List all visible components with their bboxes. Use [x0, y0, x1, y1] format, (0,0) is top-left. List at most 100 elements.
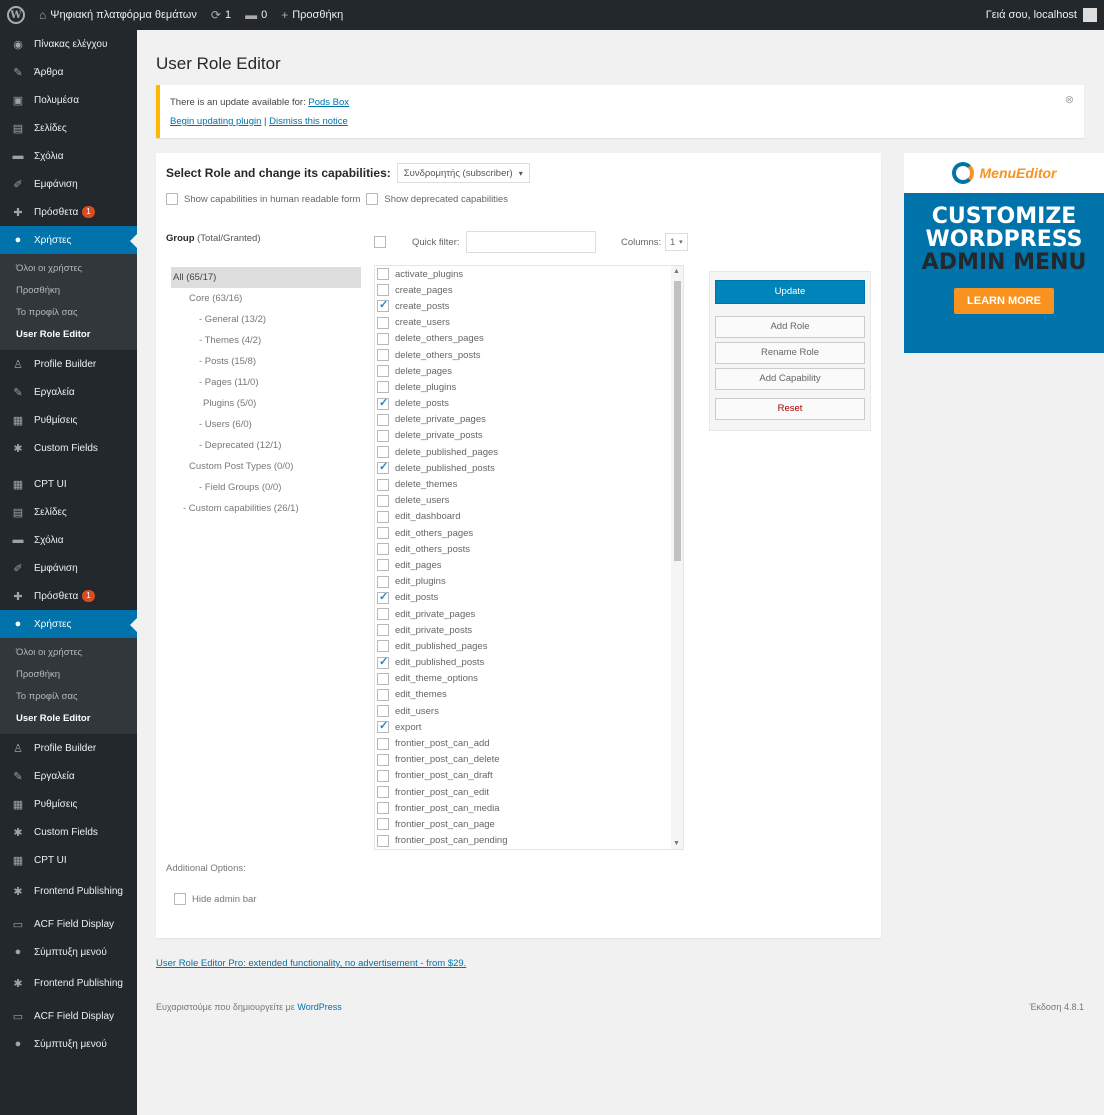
scrollbar-thumb[interactable] [674, 281, 681, 561]
capability-row[interactable]: edit_private_posts [375, 622, 683, 638]
group-tree-item[interactable]: - Users (6/0) [171, 414, 361, 435]
capability-checkbox[interactable] [377, 413, 389, 426]
notice-plugin-link[interactable]: Pods Box [308, 97, 349, 108]
capability-checkbox[interactable] [377, 460, 389, 475]
capability-row[interactable]: delete_others_posts [375, 347, 683, 363]
capability-checkbox[interactable] [377, 396, 389, 410]
group-tree-item[interactable]: - Themes (4/2) [171, 330, 361, 351]
capability-row[interactable]: delete_others_pages [375, 331, 683, 347]
learn-more-button[interactable]: LEARN MORE [954, 288, 1054, 314]
update-button[interactable]: Update [715, 280, 865, 304]
wp-logo-menu[interactable]: W [0, 0, 32, 30]
capability-row[interactable]: activate_plugins [375, 266, 683, 282]
sidebar-item-tools[interactable]: ✎ Εργαλεία [0, 762, 137, 790]
sidebar-item-collapse[interactable]: ● Σύμπτυξη μενού [0, 938, 137, 966]
quick-filter-input[interactable] [465, 231, 596, 253]
capability-row[interactable]: delete_plugins [375, 379, 683, 395]
capability-row[interactable]: frontier_post_can_delete [375, 752, 683, 768]
capability-checkbox[interactable] [377, 316, 389, 329]
sidebar-item-plugins[interactable]: ✚ Πρόσθετα 1 [0, 582, 137, 610]
capability-checkbox[interactable] [377, 543, 389, 556]
capability-row[interactable]: delete_themes [375, 476, 683, 492]
rename-role-button[interactable]: Rename Role [715, 342, 865, 364]
capability-row[interactable]: edit_others_pages [375, 525, 683, 541]
capability-checkbox[interactable] [377, 494, 389, 507]
pro-promo-link[interactable]: User Role Editor Pro: extended functiona… [156, 958, 466, 969]
capability-row[interactable]: frontier_post_can_draft [375, 768, 683, 784]
sidebar-item-users[interactable]: ● Χρήστες [0, 610, 137, 638]
add-capability-button[interactable]: Add Capability [715, 368, 865, 390]
capability-checkbox[interactable] [377, 510, 389, 523]
group-tree-item[interactable]: - Posts (15/8) [171, 351, 361, 372]
capability-checkbox[interactable] [377, 753, 389, 766]
begin-update-link[interactable]: Begin updating plugin [170, 116, 261, 127]
capabilities-list[interactable]: activate_plugins create_pages create_posts… [374, 265, 684, 850]
capability-row[interactable]: edit_posts [375, 590, 683, 606]
submenu-item[interactable]: Το προφίλ σας [0, 686, 137, 708]
capability-checkbox[interactable] [377, 349, 389, 362]
submenu-item[interactable]: User Role Editor [0, 708, 137, 730]
updates-menu[interactable]: ⟳ 1 [204, 0, 238, 30]
submenu-item[interactable]: Προσθήκη [0, 664, 137, 686]
sidebar-item-cpt-ui[interactable]: ▦ CPT UI [0, 846, 137, 874]
sidebar-item-settings[interactable]: ▦ Ρυθμίσεις [0, 406, 137, 434]
scroll-up-icon[interactable]: ▲ [673, 268, 680, 275]
capability-row[interactable]: delete_pages [375, 363, 683, 379]
hide-admin-bar-option[interactable]: Hide admin bar [174, 893, 256, 905]
group-tree-item[interactable]: - Field Groups (0/0) [171, 477, 361, 498]
capability-row[interactable]: create_pages [375, 282, 683, 298]
group-tree-item[interactable]: Custom Post Types (0/0) [171, 456, 361, 477]
sidebar-item-custom-fields[interactable]: ✱ Custom Fields [0, 434, 137, 462]
capability-row[interactable]: edit_plugins [375, 574, 683, 590]
human-readable-option[interactable]: Show capabilities in human readable form [166, 193, 360, 205]
sidebar-item-frontend-publishing[interactable]: ✱ Frontend Publishing [0, 966, 137, 1002]
capability-checkbox[interactable] [377, 298, 389, 313]
capability-checkbox[interactable] [377, 446, 389, 459]
wordpress-link[interactable]: WordPress [297, 1002, 341, 1012]
deprecated-checkbox[interactable] [366, 193, 379, 205]
capability-checkbox[interactable] [377, 559, 389, 572]
sidebar-item-custom-fields[interactable]: ✱ Custom Fields [0, 818, 137, 846]
capability-row[interactable]: frontier_post_can_add [375, 735, 683, 751]
sidebar-item-media[interactable]: ▣ Πολυμέσα [0, 86, 137, 114]
capability-row[interactable]: delete_posts [375, 396, 683, 412]
reset-button[interactable]: Reset [715, 398, 865, 420]
capability-checkbox[interactable] [377, 834, 389, 847]
capability-row[interactable]: create_posts [375, 298, 683, 314]
sidebar-item-cpt-ui[interactable]: ▦ CPT UI [0, 470, 137, 498]
sidebar-item-tools[interactable]: ✎ Εργαλεία [0, 378, 137, 406]
capability-row[interactable]: frontier_post_can_media [375, 800, 683, 816]
sidebar-item-comments[interactable]: ▬ Σχόλια [0, 526, 137, 554]
capability-row[interactable]: delete_published_posts [375, 460, 683, 476]
capability-row[interactable]: delete_published_pages [375, 444, 683, 460]
sidebar-item-appearance[interactable]: ✐ Εμφάνιση [0, 554, 137, 582]
capability-row[interactable]: edit_pages [375, 557, 683, 573]
human-readable-checkbox[interactable] [166, 193, 178, 205]
capability-checkbox[interactable] [377, 719, 389, 734]
capability-checkbox[interactable] [377, 640, 389, 653]
sidebar-item-acf-display[interactable]: ▭ ACF Field Display [0, 1002, 137, 1030]
capability-checkbox[interactable] [377, 590, 389, 604]
capability-checkbox[interactable] [377, 818, 389, 831]
sidebar-item-plugins[interactable]: ✚ Πρόσθετα 1 [0, 198, 137, 226]
capability-row[interactable]: export [375, 719, 683, 735]
capability-checkbox[interactable] [377, 672, 389, 685]
capability-checkbox[interactable] [377, 268, 389, 281]
sidebar-item-settings[interactable]: ▦ Ρυθμίσεις [0, 790, 137, 818]
role-select[interactable]: Συνδρομητής (subscriber) ▾ [396, 163, 530, 183]
sidebar-item-profile-builder[interactable]: ♙ Profile Builder [0, 350, 137, 378]
sidebar-item-profile-builder[interactable]: ♙ Profile Builder [0, 734, 137, 762]
capability-checkbox[interactable] [377, 365, 389, 378]
capability-checkbox[interactable] [377, 608, 389, 621]
capability-checkbox[interactable] [377, 478, 389, 491]
group-tree-item[interactable]: - Custom capabilities (26/1) [171, 498, 361, 519]
capability-row[interactable]: edit_dashboard [375, 509, 683, 525]
submenu-item[interactable]: Όλοι οι χρήστες [0, 642, 137, 664]
select-all-checkbox[interactable] [374, 236, 386, 248]
columns-select[interactable]: 1 ▾ [665, 233, 688, 251]
capability-checkbox[interactable] [377, 381, 389, 394]
capability-row[interactable]: delete_private_posts [375, 428, 683, 444]
new-content-menu[interactable]: + Προσθήκη [274, 0, 350, 30]
capability-row[interactable]: edit_published_pages [375, 638, 683, 654]
capability-row[interactable]: edit_others_posts [375, 541, 683, 557]
